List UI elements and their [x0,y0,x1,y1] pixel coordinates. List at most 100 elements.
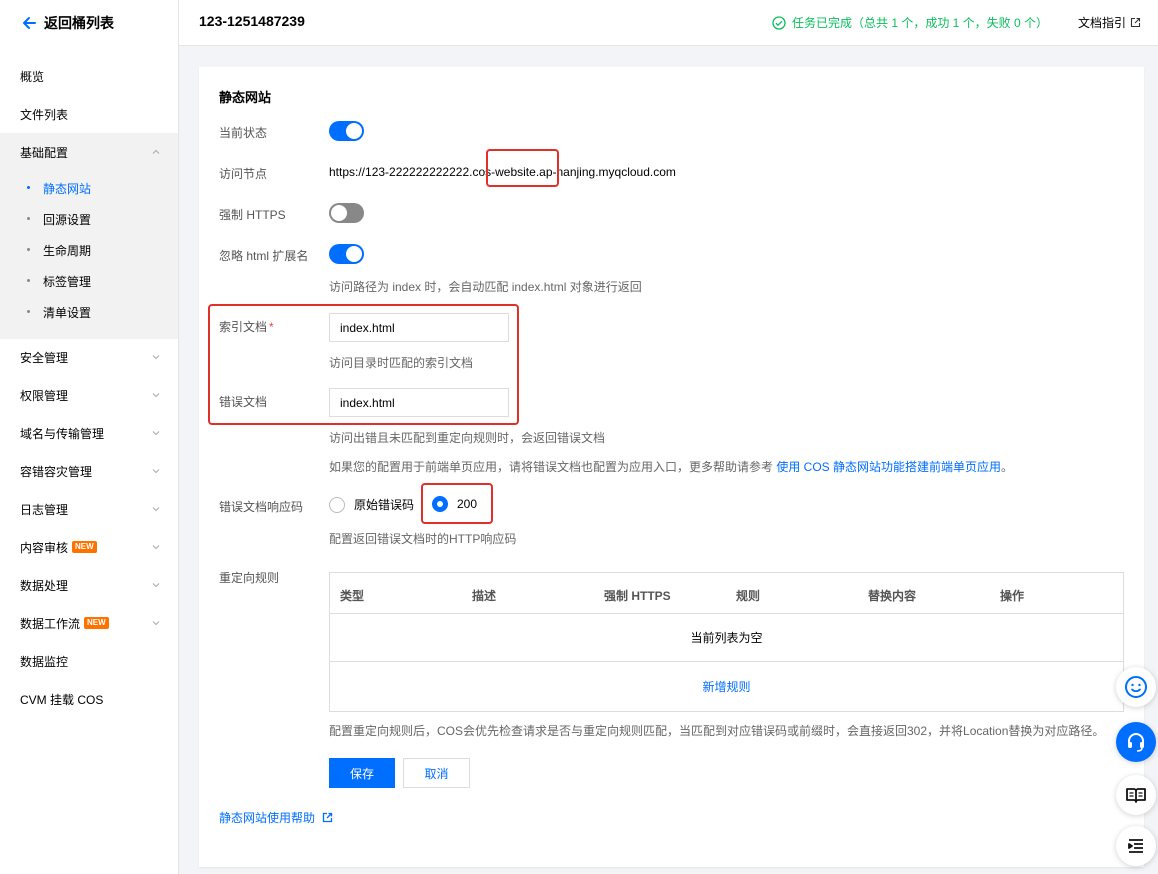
headset-icon [1128,733,1144,752]
sidebar-item-label: 日志管理 [20,502,69,517]
status-toggle[interactable] [329,121,364,141]
chevron-down-icon [152,355,160,360]
doc-guide-link[interactable]: 文档指引 [1078,14,1141,31]
sidebar-item-label: 文件列表 [20,107,69,122]
sidebar-item-cvm-mount[interactable]: CVM 挂载 COS [0,680,178,718]
error-hint: 访问出错且未匹配到重定向规则时，会返回错误文档 [329,431,606,445]
new-badge: NEW [72,541,97,553]
https-toggle[interactable] [329,203,364,223]
chevron-up-icon [152,149,160,154]
sidebar-item-label: CVM 挂载 COS [20,692,104,707]
toggle-knob [346,246,362,262]
bullet-icon [27,310,30,313]
highlight-box-endpoint [486,149,559,187]
sidebar-subitem-static-website[interactable]: 静态网站 [0,173,178,204]
sidebar-subitem-label: 清单设置 [43,306,92,320]
sidebar-subitem-label: 回源设置 [43,213,92,227]
sidebar-item-file-list[interactable]: 文件列表 [0,95,178,133]
sidebar-item-overview[interactable]: 概览 [0,57,178,95]
book-icon [1126,788,1146,803]
back-to-bucket-list[interactable]: 返回桶列表 [20,13,114,33]
header: 123-1251487239 任务已完成（总共 1 个，成功 1 个，失败 0 … [179,0,1158,46]
doc-guide-label: 文档指引 [1077,16,1126,30]
table-header-cell: 替换内容 [868,589,917,603]
sidebar-subitem-lifecycle[interactable]: 生命周期 [0,235,178,266]
static-website-help-link[interactable]: 静态网站使用帮助 [219,809,333,826]
sidebar-subitem-tags[interactable]: 标签管理 [0,266,178,297]
bullet-icon [27,186,30,189]
task-status-text: 任务已完成（总共 1 个，成功 1 个，失败 0 个） [792,16,1049,30]
bullet-icon [27,248,30,251]
support-button[interactable] [1116,722,1156,762]
sidebar-item-content-review[interactable]: 内容审核 NEW [0,528,178,566]
ignore-html-label: 忽略 html 扩展名 [219,249,309,263]
menu-icon [1128,839,1143,853]
add-rule-button[interactable]: 新增规则 [330,662,1123,711]
error-code-label: 错误文档响应码 [219,500,304,514]
chevron-down-icon [152,583,160,588]
cancel-button[interactable]: 取消 [403,758,470,788]
spa-hint-suffix: 。 [1001,460,1014,474]
https-label: 强制 HTTPS [219,208,286,222]
table-empty-row: 当前列表为空 [330,614,1123,662]
static-website-card: 静态网站 当前状态 访问节点 https://123-222222222222.… [199,67,1144,867]
sidebar-item-basic-config[interactable]: 基础配置 [0,133,178,172]
chevron-down-icon [152,469,160,474]
ignore-html-toggle[interactable] [329,244,364,264]
sidebar-item-security[interactable]: 安全管理 [0,338,178,376]
bucket-name: 123-1251487239 [199,13,305,29]
smile-icon [1125,676,1147,698]
sidebar-item-permissions[interactable]: 权限管理 [0,376,178,414]
toggle-knob [346,123,362,139]
chevron-down-icon [152,393,160,398]
sidebar-subitem-label: 生命周期 [43,244,92,258]
sidebar-item-data-processing[interactable]: 数据处理 [0,566,178,604]
error-code-hint: 配置返回错误文档时的HTTP响应码 [329,532,517,546]
sidebar-item-label: 权限管理 [20,388,69,403]
sidebar-item-label: 数据工作流 [20,616,81,631]
menu-button[interactable] [1116,826,1156,866]
sidebar-subitem-origin[interactable]: 回源设置 [0,204,178,235]
save-button[interactable]: 保存 [329,758,395,788]
chevron-down-icon [152,545,160,550]
chevron-down-icon [152,507,160,512]
sidebar-item-fault-tolerance[interactable]: 容错容灾管理 [0,452,178,490]
radio-label: 原始错误码 [354,498,415,512]
sidebar-item-label: 域名与传输管理 [20,426,105,441]
sidebar: 返回桶列表 概览 文件列表 基础配置 静态网站 回源设置 生命周期 标签管理 清… [0,0,179,874]
sidebar-item-label: 数据处理 [20,578,69,593]
new-badge: NEW [84,617,109,629]
check-circle-icon [772,15,786,30]
chevron-down-icon [152,431,160,436]
feedback-button[interactable] [1116,667,1156,707]
sidebar-item-label: 概览 [20,69,45,84]
task-status[interactable]: 任务已完成（总共 1 个，成功 1 个，失败 0 个） [772,14,1048,31]
table-header-cell: 强制 HTTPS [604,589,671,603]
sidebar-item-logs[interactable]: 日志管理 [0,490,178,528]
spa-help-link[interactable]: 使用 COS 静态网站功能搭建前端单页应用 [776,460,1001,474]
back-label: 返回桶列表 [44,15,114,31]
external-link-icon [322,812,333,823]
sidebar-item-data-workflow[interactable]: 数据工作流 NEW [0,604,178,642]
redirect-label: 重定向规则 [219,571,280,585]
bullet-icon [27,217,30,220]
spa-hint: 如果您的配置用于前端单页应用，请将错误文档也配置为应用入口，更多帮助请参考 使用… [329,458,1013,475]
sidebar-item-label: 安全管理 [20,350,69,365]
arrow-left-icon [23,17,36,29]
bullet-icon [27,279,30,282]
docs-button[interactable] [1116,775,1156,815]
sidebar-item-label: 基础配置 [20,146,69,160]
external-link-icon [1130,17,1141,28]
radio-icon [329,496,345,513]
sidebar-item-data-monitoring[interactable]: 数据监控 [0,642,178,680]
sidebar-subitem-inventory[interactable]: 清单设置 [0,297,178,328]
highlight-box-documents [208,304,519,425]
table-header-cell: 操作 [1000,589,1025,603]
radio-original-code[interactable]: 原始错误码 [329,496,414,513]
help-link-label: 静态网站使用帮助 [219,811,316,825]
spa-hint-prefix: 如果您的配置用于前端单页应用，请将错误文档也配置为应用入口，更多帮助请参考 [329,460,777,474]
toggle-knob [331,205,347,221]
sidebar-item-domain-transfer[interactable]: 域名与传输管理 [0,414,178,452]
sidebar-item-label: 内容审核 [20,540,69,555]
redirect-hint: 配置重定向规则后，COS会优先检查请求是否与重定向规则匹配，当匹配到对应错误码或… [329,724,1105,738]
